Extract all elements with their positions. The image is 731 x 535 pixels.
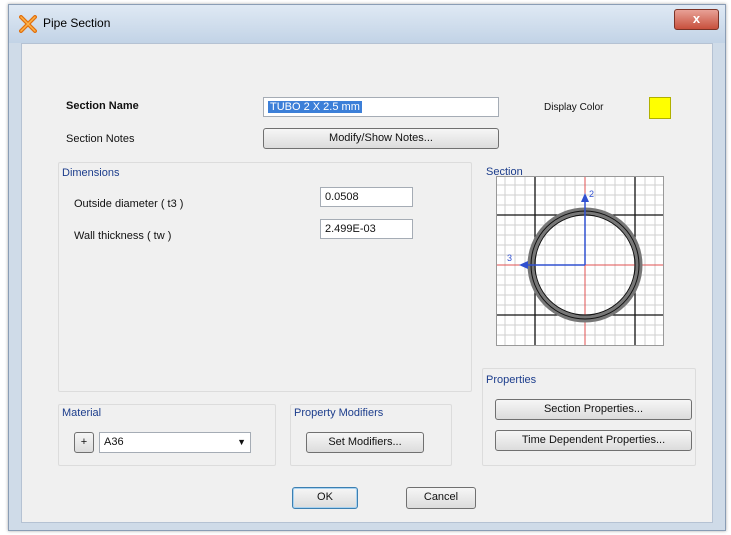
section-name-value: TUBO 2 X 2.5 mm xyxy=(268,101,362,113)
pipe-section-drawing xyxy=(497,177,663,345)
properties-title: Properties xyxy=(486,374,537,386)
axis-2-label: 2 xyxy=(589,189,595,199)
window-title: Pipe Section xyxy=(43,16,111,30)
chevron-down-icon: ▼ xyxy=(237,437,246,447)
material-value: A36 xyxy=(104,436,124,448)
wall-thickness-label: Wall thickness ( tw ) xyxy=(74,230,172,242)
time-dependent-properties-button[interactable]: Time Dependent Properties... xyxy=(495,430,692,451)
section-name-input[interactable]: TUBO 2 X 2.5 mm xyxy=(263,97,499,117)
section-notes-label: Section Notes xyxy=(66,133,135,145)
dimensions-title: Dimensions xyxy=(62,167,120,179)
wall-thickness-input[interactable]: 2.499E-03 xyxy=(320,219,413,239)
title-bar[interactable]: Pipe Section x xyxy=(9,5,725,43)
axis-3-label: 3 xyxy=(507,253,513,263)
material-select[interactable]: A36 ▼ xyxy=(99,432,251,453)
dialog-body: Section Name TUBO 2 X 2.5 mm Display Col… xyxy=(21,43,713,523)
close-button[interactable]: x xyxy=(674,9,719,30)
pipe-section-dialog: Pipe Section x Section Name TUBO 2 X 2.5… xyxy=(8,4,726,531)
section-preview: 2 3 xyxy=(496,176,664,346)
set-modifiers-button[interactable]: Set Modifiers... xyxy=(306,432,424,453)
property-modifiers-title: Property Modifiers xyxy=(294,407,384,419)
modify-notes-button[interactable]: Modify/Show Notes... xyxy=(263,128,499,149)
section-properties-button[interactable]: Section Properties... xyxy=(495,399,692,420)
app-icon xyxy=(19,15,37,33)
ok-button[interactable]: OK xyxy=(292,487,358,509)
display-color-label: Display Color xyxy=(544,102,604,113)
display-color-swatch[interactable] xyxy=(649,97,671,119)
cancel-button[interactable]: Cancel xyxy=(406,487,476,509)
outside-diameter-label: Outside diameter ( t3 ) xyxy=(74,198,184,210)
add-material-button[interactable]: + xyxy=(74,432,94,453)
outside-diameter-input[interactable]: 0.0508 xyxy=(320,187,413,207)
section-name-label: Section Name xyxy=(66,100,139,112)
material-title: Material xyxy=(62,407,102,419)
